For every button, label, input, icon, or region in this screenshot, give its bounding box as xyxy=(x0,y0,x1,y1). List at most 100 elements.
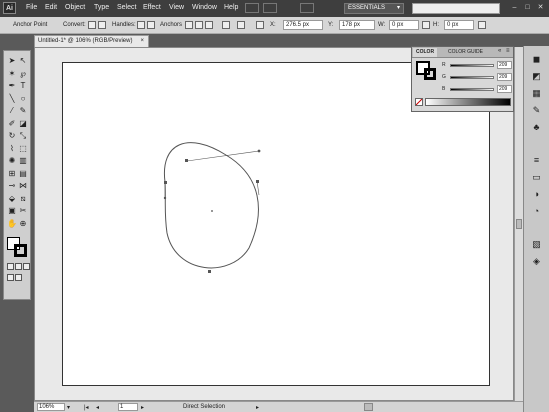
eyedropper-tool-icon[interactable]: ⊸ xyxy=(7,181,17,191)
y-field[interactable]: 178 px xyxy=(339,20,375,30)
pencil-tool-icon[interactable]: ✎ xyxy=(18,106,28,116)
appearance-icon[interactable]: ◔ xyxy=(530,206,543,217)
draw-normal-icon[interactable] xyxy=(7,274,14,281)
direct-selection-tool-icon[interactable]: ↖ xyxy=(18,56,28,66)
slider-track[interactable] xyxy=(450,76,494,79)
remove-anchor-icon[interactable] xyxy=(185,21,193,29)
symbols-icon[interactable]: ♣ xyxy=(530,122,543,133)
blend-tool-icon[interactable]: ⋈ xyxy=(18,181,28,191)
color-mode-icon[interactable] xyxy=(7,263,14,270)
channel-value-field[interactable]: 209 xyxy=(497,61,512,69)
connect-endpoints-icon[interactable] xyxy=(195,21,203,29)
arrange-documents-icon[interactable] xyxy=(263,3,277,13)
screen-mode-icon[interactable] xyxy=(15,274,22,281)
symbol-sprayer-tool-icon[interactable]: ✺ xyxy=(7,156,17,166)
search-input[interactable] xyxy=(412,3,500,14)
workspace-dropdown[interactable]: ESSENTIALS ▾ xyxy=(344,3,404,14)
convert-to-smooth-icon[interactable] xyxy=(98,21,106,29)
menu-type[interactable]: Type xyxy=(94,4,109,11)
slider-track[interactable] xyxy=(450,88,494,91)
tab-color[interactable]: COLOR xyxy=(413,48,438,57)
none-swatch-icon[interactable] xyxy=(415,98,423,106)
stroke-icon[interactable]: ≡ xyxy=(530,155,543,166)
menu-edit[interactable]: Edit xyxy=(45,4,57,11)
green-channel-slider[interactable]: G 209 xyxy=(442,73,512,81)
panel-options-icon[interactable]: ≡ xyxy=(506,48,510,54)
h-field[interactable]: 0 px xyxy=(444,20,474,30)
collapse-panel-icon[interactable]: « xyxy=(498,48,501,54)
slice-tool-icon[interactable]: ⧅ xyxy=(18,194,28,204)
vertical-scroll-thumb[interactable] xyxy=(516,219,522,229)
line-segment-tool-icon[interactable]: ╲ xyxy=(7,94,17,104)
transparency-icon[interactable]: ◑ xyxy=(530,189,543,200)
warp-tool-icon[interactable]: ⌇ xyxy=(7,144,17,154)
hand-tool-icon[interactable]: ✋ xyxy=(7,219,17,229)
first-artboard-icon[interactable]: |◂ xyxy=(84,404,89,411)
previous-artboard-icon[interactable]: ◂ xyxy=(96,404,99,411)
gradient-tool-icon[interactable]: ▤ xyxy=(18,169,28,179)
zoom-dropdown-icon[interactable]: ▾ xyxy=(67,404,70,411)
free-transform-tool-icon[interactable]: ⬚ xyxy=(18,144,28,154)
color-guide-icon[interactable]: ◩ xyxy=(530,71,543,82)
show-handles-icon[interactable] xyxy=(137,21,145,29)
color-panel-icon[interactable]: ◼ xyxy=(530,54,543,65)
align-to-icon[interactable] xyxy=(237,21,245,29)
gradient-icon[interactable]: ▭ xyxy=(530,172,543,183)
close-document-icon[interactable]: × xyxy=(140,36,144,47)
tool-stroke-swatch[interactable] xyxy=(14,244,27,257)
brushes-icon[interactable]: ✎ xyxy=(530,105,543,116)
menu-select[interactable]: Select xyxy=(117,4,136,11)
stroke-color-swatch[interactable] xyxy=(424,68,436,80)
menu-view[interactable]: View xyxy=(169,4,184,11)
magic-wand-tool-icon[interactable]: ✶ xyxy=(7,69,17,79)
tab-color-guide[interactable]: COLOR GUIDE xyxy=(445,48,486,57)
convert-to-corner-icon[interactable] xyxy=(88,21,96,29)
minimize-button[interactable]: – xyxy=(510,4,519,12)
zoom-tool-icon[interactable]: ⊕ xyxy=(18,219,28,229)
selection-tool-icon[interactable]: ➤ xyxy=(7,56,17,66)
isolate-object-icon[interactable] xyxy=(222,21,230,29)
constrain-link-icon[interactable] xyxy=(422,21,430,29)
scale-tool-icon[interactable]: ⤡ xyxy=(18,131,28,141)
swatches-icon[interactable]: ▦ xyxy=(530,88,543,99)
type-tool-icon[interactable]: T xyxy=(18,81,28,91)
none-mode-icon[interactable] xyxy=(23,263,30,270)
blob-brush-tool-icon[interactable]: ✐ xyxy=(7,119,17,129)
artboard-number-field[interactable]: 1 xyxy=(118,403,138,411)
scissors-tool-icon[interactable]: ✂ xyxy=(18,206,28,216)
zoom-field[interactable]: 106% xyxy=(37,403,65,411)
color-spectrum[interactable] xyxy=(425,98,511,106)
menu-help[interactable]: Help xyxy=(224,4,238,11)
workspace-switcher-icon[interactable] xyxy=(300,3,314,13)
channel-value-field[interactable]: 209 xyxy=(497,73,512,81)
maximize-button[interactable]: □ xyxy=(523,4,532,12)
slider-track[interactable] xyxy=(450,64,494,67)
menu-object[interactable]: Object xyxy=(65,4,85,11)
channel-value-field[interactable]: 209 xyxy=(497,85,512,93)
horizontal-scroll-thumb[interactable] xyxy=(364,403,373,411)
panel-menu-icon[interactable] xyxy=(478,21,486,29)
gradient-mode-icon[interactable] xyxy=(15,263,22,270)
vertical-scrollbar[interactable] xyxy=(514,47,523,401)
reference-point-icon[interactable] xyxy=(256,21,264,29)
graphic-styles-icon[interactable]: ▧ xyxy=(530,239,543,250)
status-menu-icon[interactable]: ▸ xyxy=(256,404,259,411)
artboard-tool-icon[interactable]: ▣ xyxy=(7,206,17,216)
cut-path-icon[interactable] xyxy=(205,21,213,29)
eraser-tool-icon[interactable]: ◪ xyxy=(18,119,28,129)
menu-window[interactable]: Window xyxy=(192,4,217,11)
x-field[interactable]: 276.5 px xyxy=(283,20,323,30)
hide-handles-icon[interactable] xyxy=(147,21,155,29)
blue-channel-slider[interactable]: B 209 xyxy=(442,85,512,93)
lasso-tool-icon[interactable]: ℘ xyxy=(18,69,28,79)
w-field[interactable]: 0 px xyxy=(389,20,419,30)
bridge-icon[interactable] xyxy=(245,3,259,13)
column-graph-tool-icon[interactable]: ▥ xyxy=(18,156,28,166)
layers-icon[interactable]: ◈ xyxy=(530,256,543,267)
paintbrush-tool-icon[interactable]: ⁄ xyxy=(7,106,17,116)
pen-tool-icon[interactable]: ✒ xyxy=(7,81,17,91)
menu-effect[interactable]: Effect xyxy=(143,4,161,11)
document-tab[interactable]: Untitled-1* @ 106% (RGB/Preview) × xyxy=(34,35,149,47)
mesh-tool-icon[interactable]: ⊞ xyxy=(7,169,17,179)
red-channel-slider[interactable]: R 209 xyxy=(442,61,512,69)
